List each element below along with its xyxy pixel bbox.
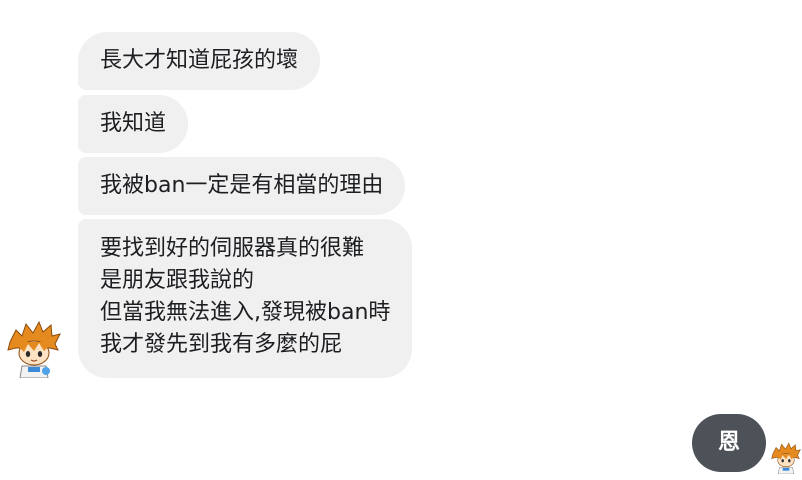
sender-avatar-icon[interactable] <box>6 320 62 378</box>
message-text: 我知道 <box>100 111 167 136</box>
message-text: 我被ban一定是有相當的理由 <box>100 173 384 198</box>
incoming-message[interactable]: 要找到好的伺服器真的很難 是朋友跟我說的 但當我無法進入,發現被ban時 我才發… <box>78 219 413 378</box>
message-text: 長大才知道屁孩的壞 <box>100 48 299 73</box>
message-text-line: 是朋友跟我說的 <box>100 268 255 293</box>
message-text-line: 但當我無法進入,發現被ban時 <box>100 300 391 325</box>
incoming-message[interactable]: 我知道 <box>78 95 189 153</box>
message-text-line: 要找到好的伺服器真的很難 <box>100 236 365 261</box>
incoming-message[interactable]: 長大才知道屁孩的壞 <box>78 32 321 90</box>
seen-avatar-icon <box>771 442 801 474</box>
incoming-message[interactable]: 我被ban一定是有相當的理由 <box>78 157 406 215</box>
message-text-line: 我才發先到我有多麼的屁 <box>100 332 343 357</box>
outgoing-message[interactable]: 恩 <box>692 414 766 472</box>
message-text: 恩 <box>717 430 740 455</box>
